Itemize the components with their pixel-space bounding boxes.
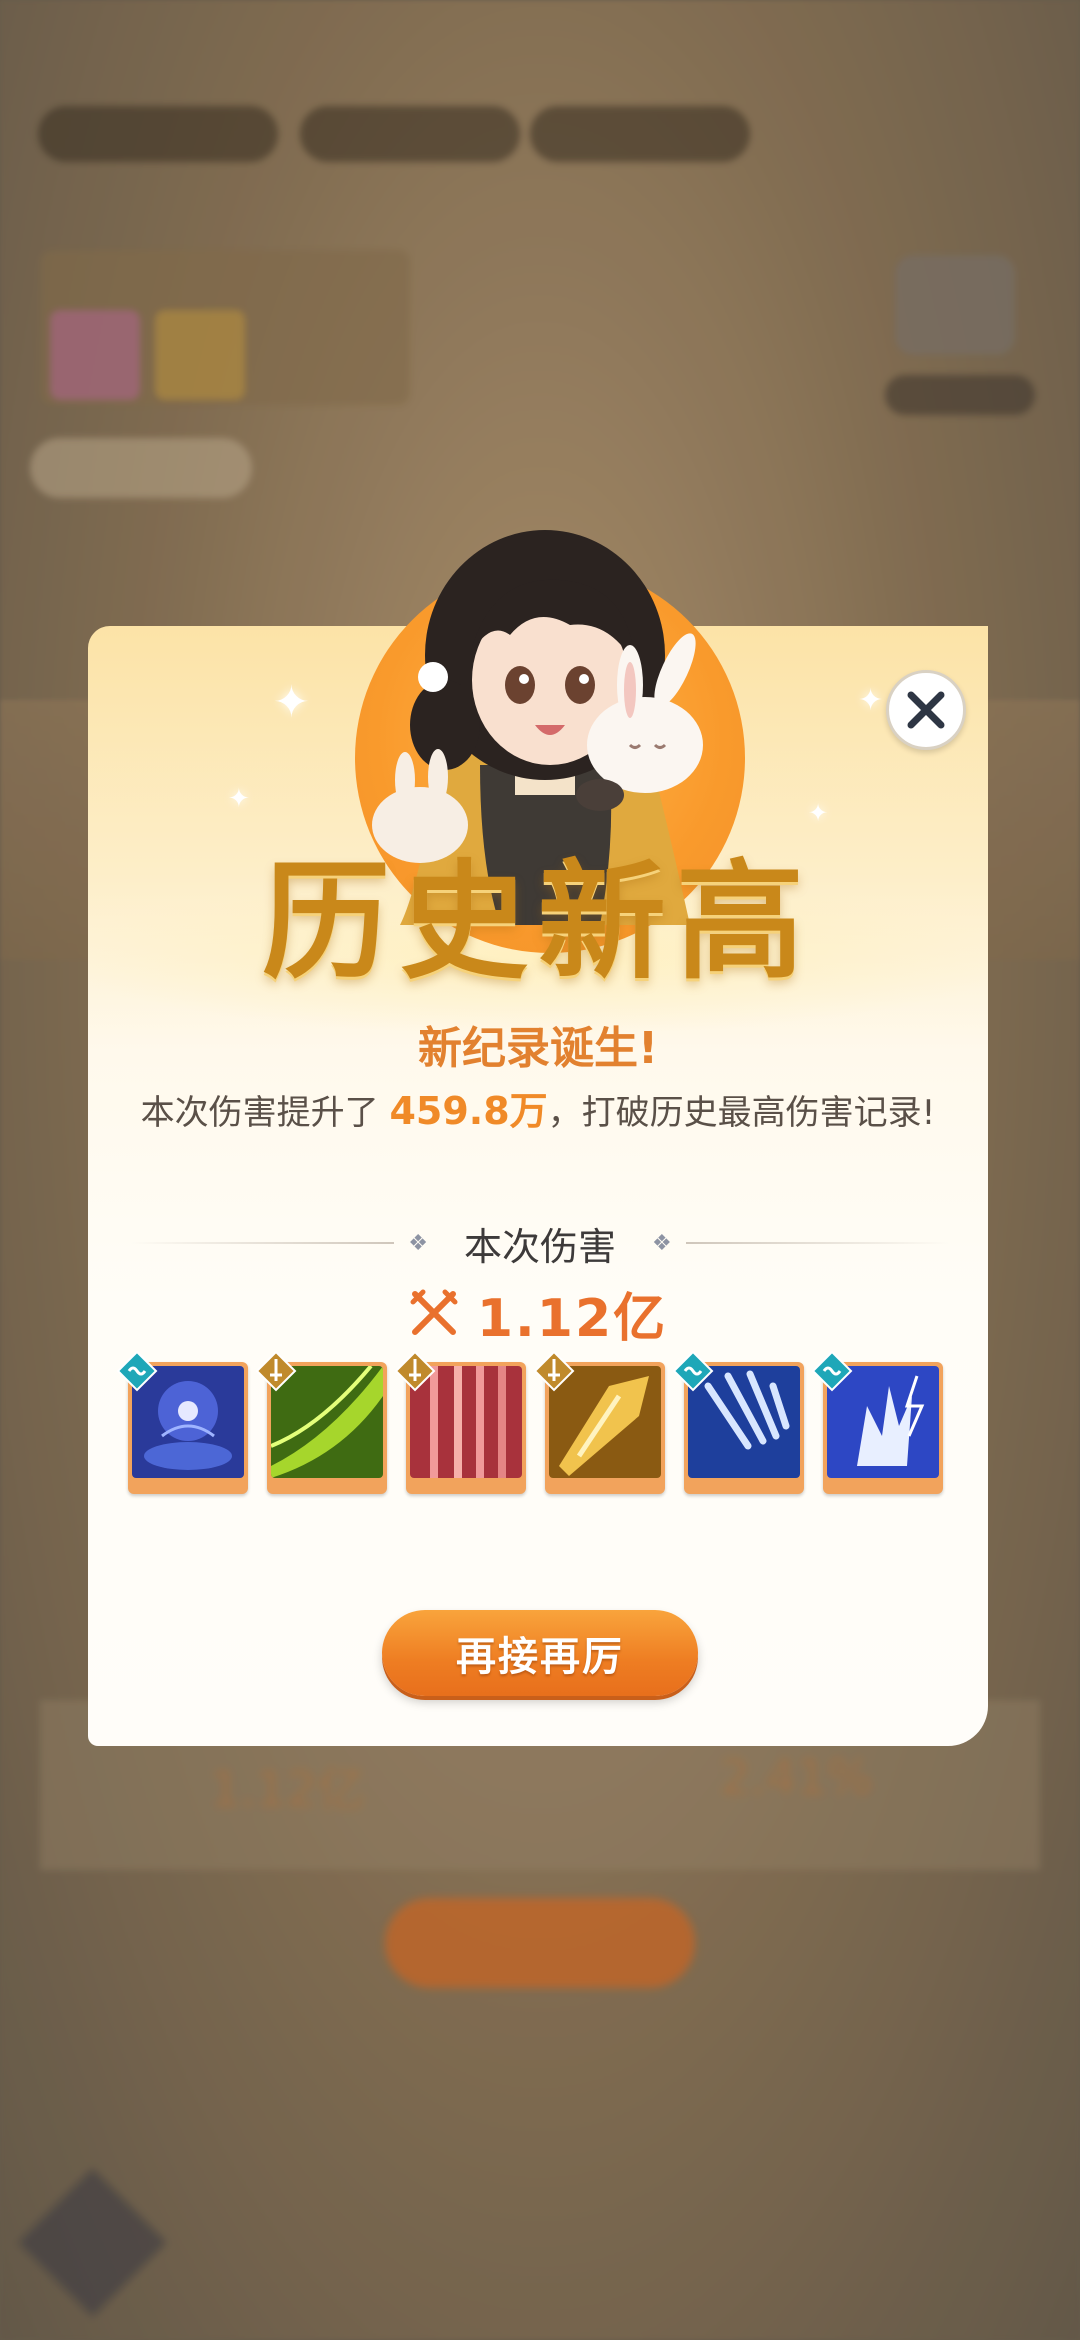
sword-element-icon xyxy=(533,1350,575,1392)
description-value: 459.8万 xyxy=(389,1089,548,1133)
damage-display: 1.12亿 xyxy=(88,1278,988,1349)
section-header: ❖ 本次伤害 ❖ xyxy=(130,1218,951,1269)
skill-card[interactable] xyxy=(116,1350,248,1500)
diamond-icon: ❖ xyxy=(408,1230,428,1256)
divider-line xyxy=(685,1242,951,1244)
crossed-swords-icon xyxy=(410,1289,458,1335)
close-button[interactable] xyxy=(886,670,966,750)
water-element-icon xyxy=(811,1350,853,1392)
water-element-icon xyxy=(672,1350,714,1392)
popup-description: 本次伤害提升了 459.8万，打破历史最高伤害记录! xyxy=(88,1080,988,1135)
sword-element-icon xyxy=(394,1350,436,1392)
skill-card[interactable] xyxy=(533,1350,665,1500)
description-suffix: ，打破历史最高伤害记录! xyxy=(547,1093,936,1133)
sparkle-icon: ✦ xyxy=(858,683,884,718)
skill-card[interactable] xyxy=(811,1350,943,1500)
skill-card[interactable] xyxy=(672,1350,804,1500)
description-prefix: 本次伤害提升了 xyxy=(140,1093,379,1133)
sword-element-icon xyxy=(255,1350,297,1392)
popup-subtitle: 新纪录诞生! xyxy=(417,1023,659,1074)
sparkle-icon: ✦ xyxy=(228,784,250,814)
skill-list xyxy=(116,1350,943,1502)
section-label: 本次伤害 xyxy=(464,1224,617,1269)
skill-card[interactable] xyxy=(255,1350,387,1500)
sparkle-icon: ✦ xyxy=(808,799,829,827)
diamond-icon: ❖ xyxy=(652,1230,672,1256)
skill-card[interactable] xyxy=(394,1350,526,1500)
close-icon xyxy=(907,691,945,729)
water-element-icon xyxy=(116,1350,158,1392)
retry-button[interactable]: 再接再厉 xyxy=(382,1610,698,1696)
divider-line xyxy=(130,1242,395,1244)
popup-title: 历史新高 xyxy=(261,847,814,997)
sparkle-icon: ✦ xyxy=(273,677,310,728)
damage-value: 1.12亿 xyxy=(476,1288,668,1349)
